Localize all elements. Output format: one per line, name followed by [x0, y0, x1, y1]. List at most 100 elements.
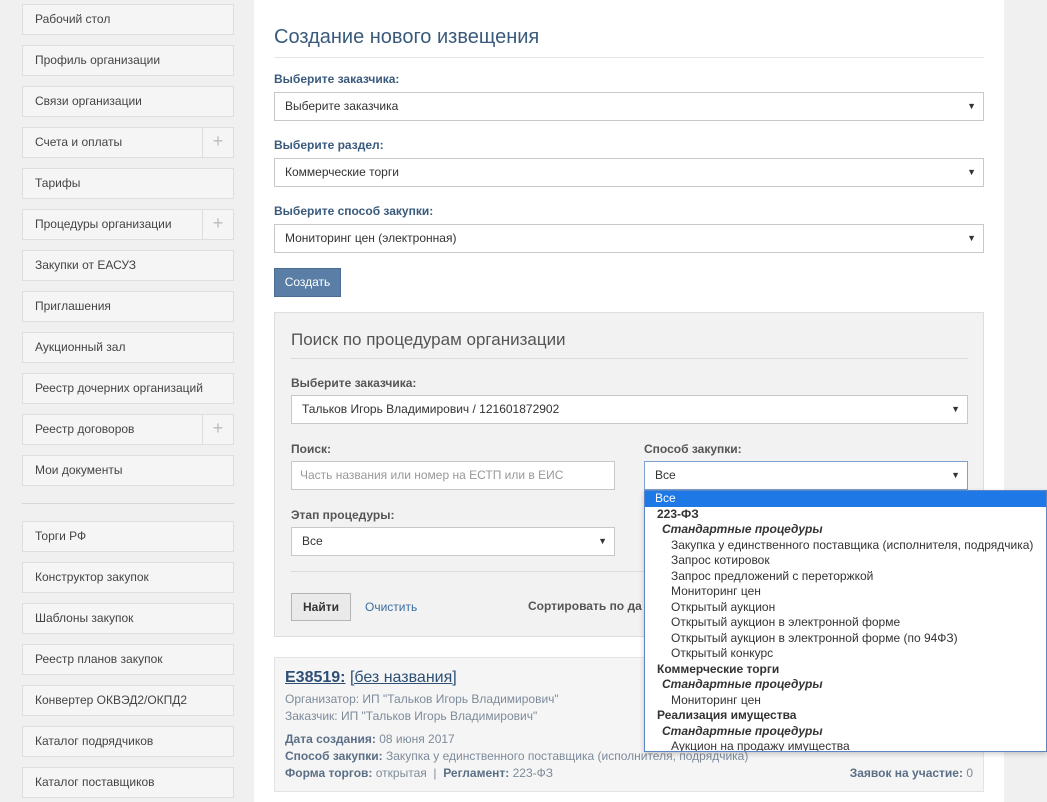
- sidebar-item-label: Конструктор закупок: [35, 570, 149, 584]
- sidebar-item-subsidiaries[interactable]: Реестр дочерних организаций: [22, 373, 234, 404]
- dropdown-option-selected[interactable]: Все: [645, 491, 1046, 507]
- chevron-down-icon: ▼: [951, 404, 960, 414]
- sidebar-item-label: Конвертер ОКВЭД2/ОКПД2: [35, 693, 188, 707]
- sidebar-item-my-documents[interactable]: Мои документы: [22, 455, 234, 486]
- customer-select-value: Выберите заказчика: [285, 99, 399, 113]
- search-method-select[interactable]: Все ▼: [644, 461, 968, 490]
- result-customer: Заказчик: ИП "Тальков Игорь Владимирович…: [285, 709, 538, 723]
- sidebar-divider: [22, 503, 234, 504]
- dropdown-option[interactable]: Мониторинг цен: [645, 693, 1046, 709]
- result-reglament-label: Регламент:: [443, 766, 510, 780]
- sidebar-item-label: Реестр дочерних организаций: [35, 381, 203, 395]
- result-created-label: Дата создания:: [285, 732, 376, 746]
- sidebar-item-label: Связи организации: [35, 94, 142, 108]
- stage-select[interactable]: Все ▼: [291, 527, 615, 556]
- method-dropdown-list: Все 223-ФЗ Стандартные процедуры Закупка…: [644, 490, 1047, 752]
- dropdown-option[interactable]: Запрос предложений с переторжкой: [645, 569, 1046, 585]
- sidebar-item-accounts[interactable]: Счета и оплаты +: [22, 127, 234, 158]
- result-separator: |: [433, 766, 437, 780]
- sidebar-item-label: Мои документы: [35, 463, 123, 477]
- search-input-placeholder: Часть названия или номер на ЕСТП или в Е…: [300, 468, 564, 482]
- sidebar-item-label: Аукционный зал: [35, 340, 126, 354]
- method-label: Выберите способ закупки:: [274, 204, 434, 218]
- sidebar-item-label: Каталог подрядчиков: [35, 734, 154, 748]
- result-form-label: Форма торгов:: [285, 766, 373, 780]
- sidebar: Рабочий стол Профиль организации Связи о…: [0, 0, 254, 802]
- customer-label: Выберите заказчика:: [274, 72, 400, 86]
- dropdown-option[interactable]: Открытый аукцион в электронной форме: [645, 615, 1046, 631]
- expand-plus-icon[interactable]: +: [202, 415, 233, 444]
- sidebar-item-label: Тарифы: [35, 176, 81, 190]
- chevron-down-icon: ▼: [967, 101, 976, 111]
- sidebar-item-label: Приглашения: [35, 299, 111, 313]
- dropdown-group[interactable]: Коммерческие торги: [645, 662, 1046, 678]
- result-bids-value: 0: [966, 766, 973, 780]
- result-created: Дата создания: 08 июня 2017: [285, 732, 455, 746]
- sidebar-item-templates[interactable]: Шаблоны закупок: [22, 603, 234, 634]
- search-customer-label: Выберите заказчика:: [291, 376, 417, 390]
- result-reglament-value: 223-ФЗ: [512, 766, 553, 780]
- dropdown-option[interactable]: Запрос котировок: [645, 553, 1046, 569]
- dropdown-group[interactable]: 223-ФЗ: [645, 507, 1046, 523]
- search-method-value: Все: [655, 468, 676, 482]
- sidebar-item-desktop[interactable]: Рабочий стол: [22, 4, 234, 35]
- dropdown-subgroup: Стандартные процедуры: [662, 677, 823, 691]
- search-panel-title: Поиск по процедурам организации: [291, 330, 968, 359]
- dropdown-subgroup: Стандартные процедуры: [662, 723, 823, 738]
- sidebar-item-tariffs[interactable]: Тарифы: [22, 168, 234, 199]
- search-customer-select[interactable]: Тальков Игорь Владимирович / 12160187290…: [291, 395, 968, 424]
- sidebar-item-label: Счета и оплаты: [35, 135, 123, 149]
- sidebar-item-auction-hall[interactable]: Аукционный зал: [22, 332, 234, 363]
- dropdown-option[interactable]: Аукцион на продажу имущества: [645, 739, 1046, 751]
- expand-plus-icon[interactable]: +: [202, 210, 233, 239]
- sidebar-item-org-links[interactable]: Связи организации: [22, 86, 234, 117]
- sidebar-item-builder[interactable]: Конструктор закупок: [22, 562, 234, 593]
- sidebar-item-plans[interactable]: Реестр планов закупок: [22, 644, 234, 675]
- result-form: Форма торгов: открытая | Регламент: 223-…: [285, 766, 553, 780]
- method-select[interactable]: Мониторинг цен (электронная) ▼: [274, 224, 984, 253]
- search-input[interactable]: Часть названия или номер на ЕСТП или в Е…: [291, 461, 615, 490]
- dropdown-group[interactable]: Реализация имущества: [645, 708, 1046, 724]
- chevron-down-icon: ▼: [598, 536, 607, 546]
- expand-plus-icon[interactable]: +: [202, 128, 233, 157]
- result-method-label: Способ закупки:: [285, 749, 383, 763]
- dropdown-option[interactable]: Открытый конкурс: [645, 646, 1046, 662]
- sidebar-item-contracts[interactable]: Реестр договоров +: [22, 414, 234, 445]
- sidebar-item-label: Профиль организации: [35, 53, 161, 67]
- sidebar-item-label: Реестр договоров: [35, 422, 135, 436]
- sidebar-item-contractors[interactable]: Каталог подрядчиков: [22, 726, 234, 757]
- sidebar-item-converter[interactable]: Конвертер ОКВЭД2/ОКПД2: [22, 685, 234, 716]
- chevron-down-icon: ▼: [951, 470, 960, 480]
- dropdown-option[interactable]: Открытый аукцион в электронной форме (по…: [645, 631, 1046, 647]
- page-title: Создание нового извещения: [274, 26, 984, 58]
- sidebar-item-label: Рабочий стол: [35, 12, 111, 26]
- dropdown-subgroup: Стандартные процедуры: [662, 522, 823, 536]
- section-select[interactable]: Коммерческие торги ▼: [274, 158, 984, 187]
- chevron-down-icon: ▼: [967, 167, 976, 177]
- sidebar-item-easuz[interactable]: Закупки от ЕАСУЗ: [22, 250, 234, 281]
- sidebar-item-torgi-rf[interactable]: Торги РФ: [22, 521, 234, 552]
- stage-label: Этап процедуры:: [291, 508, 395, 522]
- create-button[interactable]: Создать: [274, 268, 341, 297]
- result-number-link[interactable]: Е38519:: [285, 669, 346, 686]
- dropdown-option[interactable]: Мониторинг цен: [645, 584, 1046, 600]
- result-organizer: Организатор: ИП "Тальков Игорь Владимиро…: [285, 692, 559, 706]
- find-button[interactable]: Найти: [291, 593, 351, 621]
- chevron-down-icon: ▼: [967, 233, 976, 243]
- sidebar-item-org-procedures[interactable]: Процедуры организации +: [22, 209, 234, 240]
- stage-select-value: Все: [302, 534, 323, 548]
- sidebar-item-label: Процедуры организации: [35, 217, 172, 231]
- section-label: Выберите раздел:: [274, 138, 384, 152]
- customer-select[interactable]: Выберите заказчика ▼: [274, 92, 984, 121]
- search-method-label: Способ закупки:: [644, 442, 742, 456]
- result-bids-label: Заявок на участие:: [849, 766, 963, 780]
- result-name-link[interactable]: [без названия]: [350, 669, 457, 686]
- sort-label: Сортировать по да: [528, 599, 642, 613]
- clear-link[interactable]: Очистить: [365, 600, 417, 614]
- sidebar-item-label: Реестр планов закупок: [35, 652, 163, 666]
- sidebar-item-invitations[interactable]: Приглашения: [22, 291, 234, 322]
- sidebar-item-org-profile[interactable]: Профиль организации: [22, 45, 234, 76]
- sidebar-item-suppliers[interactable]: Каталог поставщиков: [22, 767, 234, 798]
- dropdown-option[interactable]: Открытый аукцион: [645, 600, 1046, 616]
- dropdown-option[interactable]: Закупка у единственного поставщика (испо…: [645, 538, 1046, 554]
